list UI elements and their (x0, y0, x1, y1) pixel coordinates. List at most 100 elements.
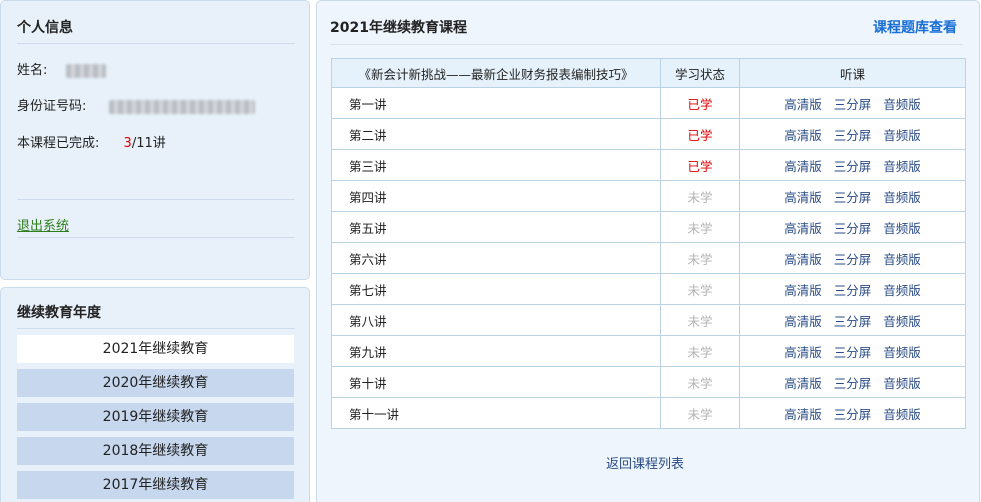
table-row: 第四讲 未学 高清版 三分屏 音频版 (331, 180, 966, 212)
hd-version-link[interactable]: 高清版 (784, 221, 822, 236)
audio-version-link[interactable]: 音频版 (883, 190, 921, 205)
hd-version-link[interactable]: 高清版 (784, 345, 822, 360)
id-value-redacted (108, 99, 255, 114)
course-panel: 2021年继续教育课程 课程题库查看 《新会计新挑战——最新企业财务报表编制技巧… (316, 0, 980, 502)
study-status: 未学 (660, 304, 740, 336)
column-header-listen: 听课 (739, 58, 966, 88)
three-split-link[interactable]: 三分屏 (834, 159, 872, 174)
hd-version-link[interactable]: 高清版 (784, 252, 822, 267)
study-status: 未学 (660, 273, 740, 305)
table-row: 第一讲 已学 高清版 三分屏 音频版 (331, 87, 966, 119)
audio-version-link[interactable]: 音频版 (883, 128, 921, 143)
study-status: 未学 (660, 242, 740, 274)
lesson-name: 第五讲 (331, 211, 661, 243)
three-split-link[interactable]: 三分屏 (834, 345, 872, 360)
year-item-2018[interactable]: 2018年继续教育 (17, 437, 294, 465)
column-header-course: 《新会计新挑战——最新企业财务报表编制技巧》 (331, 58, 661, 88)
hd-version-link[interactable]: 高清版 (784, 407, 822, 422)
table-row: 第十讲 未学 高清版 三分屏 音频版 (331, 366, 966, 398)
study-status: 未学 (660, 180, 740, 212)
progress-label: 本课程已完成: (17, 136, 100, 151)
listen-links: 高清版 三分屏 音频版 (739, 118, 966, 150)
audio-version-link[interactable]: 音频版 (883, 376, 921, 391)
listen-links: 高清版 三分屏 音频版 (739, 242, 966, 274)
year-item-2021[interactable]: 2021年继续教育 (17, 335, 294, 363)
table-row: 第七讲 未学 高清版 三分屏 音频版 (331, 273, 966, 305)
listen-links: 高清版 三分屏 音频版 (739, 366, 966, 398)
lesson-name: 第九讲 (331, 335, 661, 367)
education-years-panel: 继续教育年度 2021年继续教育 2020年继续教育 2019年继续教育 201… (0, 287, 310, 502)
lesson-name: 第六讲 (331, 242, 661, 274)
personal-info-title: 个人信息 (17, 20, 73, 36)
audio-version-link[interactable]: 音频版 (883, 97, 921, 112)
study-status: 未学 (660, 211, 740, 243)
audio-version-link[interactable]: 音频版 (883, 345, 921, 360)
divider (17, 43, 295, 44)
years-title: 继续教育年度 (17, 305, 101, 321)
audio-version-link[interactable]: 音频版 (883, 221, 921, 236)
audio-version-link[interactable]: 音频版 (883, 283, 921, 298)
question-bank-link[interactable]: 课程题库查看 (873, 17, 957, 37)
hd-version-link[interactable]: 高清版 (784, 128, 822, 143)
study-status: 已学 (660, 149, 740, 181)
hd-version-link[interactable]: 高清版 (784, 314, 822, 329)
lesson-table-body: 第一讲 已学 高清版 三分屏 音频版 第二讲 已学 高清版 三分屏 音频版 第三讲 已学 高清版 三分屏音… (331, 87, 966, 429)
table-header-row: 《新会计新挑战——最新企业财务报表编制技巧》 学习状态 听课 (331, 58, 966, 88)
divider (330, 44, 963, 45)
id-label: 身份证号码: (17, 99, 87, 114)
table-row: 第二讲 已学 高清版 三分屏 音频版 (331, 118, 966, 150)
personal-info-panel: 个人信息 姓名: 身份证号码: 本课程已完成: 3/11讲 退出系统 (0, 0, 310, 280)
divider (17, 237, 295, 238)
year-item-2019[interactable]: 2019年继续教育 (17, 403, 294, 431)
divider (17, 328, 295, 329)
lesson-name: 第四讲 (331, 180, 661, 212)
hd-version-link[interactable]: 高清版 (784, 97, 822, 112)
lesson-name: 第三讲 (331, 149, 661, 181)
three-split-link[interactable]: 三分屏 (834, 376, 872, 391)
audio-version-link[interactable]: 音频版 (883, 252, 921, 267)
lesson-name: 第十一讲 (331, 397, 661, 429)
back-to-course-list-link[interactable]: 返回课程列表 (606, 453, 684, 472)
three-split-link[interactable]: 三分屏 (834, 97, 872, 112)
logout-link[interactable]: 退出系统 (17, 215, 69, 234)
listen-links: 高清版 三分屏 音频版 (739, 273, 966, 305)
year-list: 2021年继续教育 2020年继续教育 2019年继续教育 2018年继续教育 … (17, 335, 294, 502)
lesson-name: 第十讲 (331, 366, 661, 398)
hd-version-link[interactable]: 高清版 (784, 376, 822, 391)
three-split-link[interactable]: 三分屏 (834, 407, 872, 422)
divider (17, 199, 295, 200)
table-row: 第十一讲 未学 高清版 三分屏 音频版 (331, 397, 966, 429)
study-status: 已学 (660, 87, 740, 119)
three-split-link[interactable]: 三分屏 (834, 252, 872, 267)
audio-version-link[interactable]: 音频版 (883, 159, 921, 174)
progress-done-count: 3 (123, 136, 132, 151)
table-row: 第九讲 未学 高清版 三分屏 音频版 (331, 335, 966, 367)
listen-links: 高清版 三分屏 音频版 (739, 211, 966, 243)
hd-version-link[interactable]: 高清版 (784, 283, 822, 298)
three-split-link[interactable]: 三分屏 (834, 128, 872, 143)
year-item-2020[interactable]: 2020年继续教育 (17, 369, 294, 397)
audio-version-link[interactable]: 音频版 (883, 314, 921, 329)
listen-links: 高清版 三分屏 音频版 (739, 304, 966, 336)
lesson-name: 第八讲 (331, 304, 661, 336)
study-status: 未学 (660, 397, 740, 429)
three-split-link[interactable]: 三分屏 (834, 190, 872, 205)
audio-version-link[interactable]: 音频版 (883, 407, 921, 422)
three-split-link[interactable]: 三分屏 (834, 221, 872, 236)
lesson-name: 第一讲 (331, 87, 661, 119)
listen-links: 高清版 三分屏 音频版 (739, 149, 966, 181)
three-split-link[interactable]: 三分屏 (834, 314, 872, 329)
column-header-status: 学习状态 (660, 58, 740, 88)
three-split-link[interactable]: 三分屏 (834, 283, 872, 298)
hd-version-link[interactable]: 高清版 (784, 159, 822, 174)
lesson-name: 第七讲 (331, 273, 661, 305)
course-title: 2021年继续教育课程 (330, 20, 467, 36)
study-status: 未学 (660, 335, 740, 367)
study-status: 已学 (660, 118, 740, 150)
name-row: 姓名: (17, 59, 106, 78)
table-row: 第八讲 未学 高清版 三分屏 音频版 (331, 304, 966, 336)
listen-links: 高清版 三分屏 音频版 (739, 397, 966, 429)
year-item-2017[interactable]: 2017年继续教育 (17, 471, 294, 499)
hd-version-link[interactable]: 高清版 (784, 190, 822, 205)
table-row: 第五讲 未学 高清版 三分屏 音频版 (331, 211, 966, 243)
